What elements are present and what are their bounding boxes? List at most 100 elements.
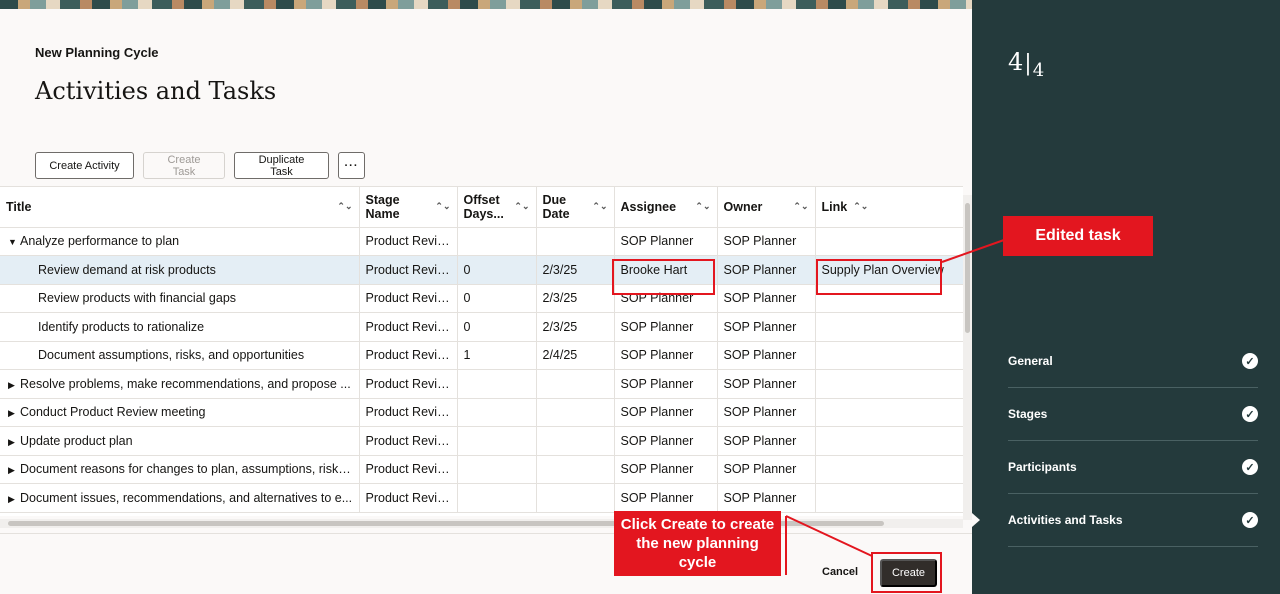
row-assignee: SOP Planner — [614, 227, 718, 256]
table-row[interactable]: Identify products to rationalize Product… — [0, 312, 963, 342]
cycle-title: New Planning Cycle — [35, 45, 159, 60]
column-header-assignee[interactable]: Assignee ⌃⌄ — [614, 187, 718, 228]
row-link — [815, 312, 963, 342]
row-assignee: SOP Planner — [614, 455, 718, 484]
row-title: ▶ Update product plan — [0, 426, 360, 456]
page-title: Activities and Tasks — [35, 77, 277, 105]
row-offset: 0 — [457, 284, 537, 313]
row-stage: Product Review — [359, 426, 458, 456]
sort-icon: ⌃⌄ — [592, 201, 608, 212]
step-participants[interactable]: Participants ✓ — [1008, 441, 1258, 494]
table-row[interactable]: ▼ Analyze performance to plan Product Rev… — [0, 227, 963, 256]
train-panel: 4|4 General ✓ Stages ✓ Participants ✓ Activ… — [972, 0, 1280, 594]
row-title: Review demand at risk products — [0, 255, 360, 285]
sort-icon: ⌃⌄ — [514, 201, 530, 212]
row-due: 2/3/25 — [536, 255, 615, 285]
row-link — [815, 483, 963, 513]
row-offset: 1 — [457, 341, 537, 370]
row-owner: SOP Planner — [717, 398, 816, 427]
row-owner: SOP Planner — [717, 483, 816, 513]
row-due — [536, 455, 615, 484]
collapsed-caret-icon[interactable]: ▶ — [8, 408, 20, 419]
step-stages[interactable]: Stages ✓ — [1008, 388, 1258, 441]
row-due — [536, 369, 615, 399]
row-assignee: SOP Planner — [614, 369, 718, 399]
check-icon: ✓ — [1242, 353, 1258, 369]
collapsed-caret-icon[interactable]: ▶ — [8, 465, 20, 476]
row-offset: 0 — [457, 255, 537, 285]
column-header-due-date[interactable]: Due Date ⌃⌄ — [536, 187, 615, 228]
row-link — [815, 341, 963, 370]
edited-task-callout: Edited task — [1003, 216, 1153, 256]
sort-icon: ⌃⌄ — [337, 201, 353, 212]
expanded-caret-icon[interactable]: ▼ — [8, 237, 20, 247]
horizontal-scrollbar[interactable] — [0, 519, 963, 528]
table-row[interactable]: ▶ Conduct Product Review meeting Product … — [0, 398, 963, 427]
row-link — [815, 227, 963, 256]
column-header-stage-name[interactable]: Stage Name ⌃⌄ — [359, 187, 458, 228]
row-title: Review products with financial gaps — [0, 284, 360, 313]
more-actions-button[interactable]: ··· — [338, 152, 365, 179]
row-title: Identify products to rationalize — [0, 312, 360, 342]
column-header-title[interactable]: Title ⌃⌄ — [0, 187, 360, 228]
step-activities-and-tasks[interactable]: Activities and Tasks ✓ — [1008, 494, 1258, 547]
row-stage: Product Review — [359, 369, 458, 399]
row-link — [815, 426, 963, 456]
column-header-owner[interactable]: Owner ⌃⌄ — [717, 187, 816, 228]
step-general[interactable]: General ✓ — [1008, 335, 1258, 388]
row-stage: Product Review — [359, 483, 458, 513]
row-assignee: SOP Planner — [614, 341, 718, 370]
row-title: ▶ Conduct Product Review meeting — [0, 398, 360, 427]
row-offset — [457, 455, 537, 484]
collapsed-caret-icon[interactable]: ▶ — [8, 437, 20, 448]
row-owner: SOP Planner — [717, 455, 816, 484]
row-stage: Product Review — [359, 255, 458, 285]
create-activity-button[interactable]: Create Activity — [35, 152, 134, 179]
train-steps: General ✓ Stages ✓ Participants ✓ Activitie… — [1008, 335, 1258, 547]
column-header-offset-days[interactable]: Offset Days... ⌃⌄ — [457, 187, 537, 228]
row-owner: SOP Planner — [717, 255, 816, 285]
table-row[interactable]: ▶ Resolve problems, make recommendations,… — [0, 369, 963, 399]
highlight-box-create — [871, 552, 942, 593]
row-owner: SOP Planner — [717, 284, 816, 313]
row-link — [815, 455, 963, 484]
current-step-marker-icon — [972, 513, 980, 527]
tasks-table: Title ⌃⌄ Stage Name ⌃⌄ Offset Days... ⌃⌄ Due D… — [0, 186, 963, 516]
row-stage: Product Review — [359, 312, 458, 342]
collapsed-caret-icon[interactable]: ▶ — [8, 380, 20, 391]
sort-icon: ⌃⌄ — [793, 201, 809, 212]
row-due — [536, 398, 615, 427]
row-offset — [457, 369, 537, 399]
table-row[interactable]: ▶ Update product plan Product Review SOP … — [0, 426, 963, 456]
row-owner: SOP Planner — [717, 227, 816, 256]
duplicate-task-button[interactable]: Duplicate Task — [234, 152, 329, 179]
row-due — [536, 227, 615, 256]
column-header-link[interactable]: Link ⌃⌄ — [815, 187, 963, 228]
row-offset — [457, 483, 537, 513]
table-row[interactable]: ▶ Document reasons for changes to plan, a… — [0, 455, 963, 484]
highlight-box-link — [816, 259, 942, 295]
row-owner: SOP Planner — [717, 341, 816, 370]
sort-icon: ⌃⌄ — [435, 201, 451, 212]
row-owner: SOP Planner — [717, 369, 816, 399]
toolbar: Create Activity Create Task Duplicate Ta… — [35, 152, 365, 179]
footer-divider — [0, 533, 972, 534]
step-counter: 4|4 — [1008, 48, 1045, 81]
vertical-scrollbar[interactable] — [963, 195, 972, 520]
table-header-row: Title ⌃⌄ Stage Name ⌃⌄ Offset Days... ⌃⌄ Due D… — [0, 187, 963, 228]
row-link — [815, 369, 963, 399]
collapsed-caret-icon[interactable]: ▶ — [8, 494, 20, 505]
row-stage: Product Review — [359, 284, 458, 313]
row-due: 2/3/25 — [536, 312, 615, 342]
table-row[interactable]: Document assumptions, risks, and opportu… — [0, 341, 963, 370]
row-stage: Product Review — [359, 341, 458, 370]
row-due — [536, 426, 615, 456]
row-assignee: SOP Planner — [614, 312, 718, 342]
cancel-button[interactable]: Cancel — [822, 566, 858, 578]
table-row[interactable]: ▶ Document issues, recommendations, and a… — [0, 483, 963, 513]
check-icon: ✓ — [1242, 459, 1258, 475]
row-title: ▼ Analyze performance to plan — [0, 227, 360, 256]
scrollbar-thumb[interactable] — [965, 203, 970, 333]
row-offset — [457, 227, 537, 256]
sort-icon: ⌃⌄ — [695, 201, 711, 212]
